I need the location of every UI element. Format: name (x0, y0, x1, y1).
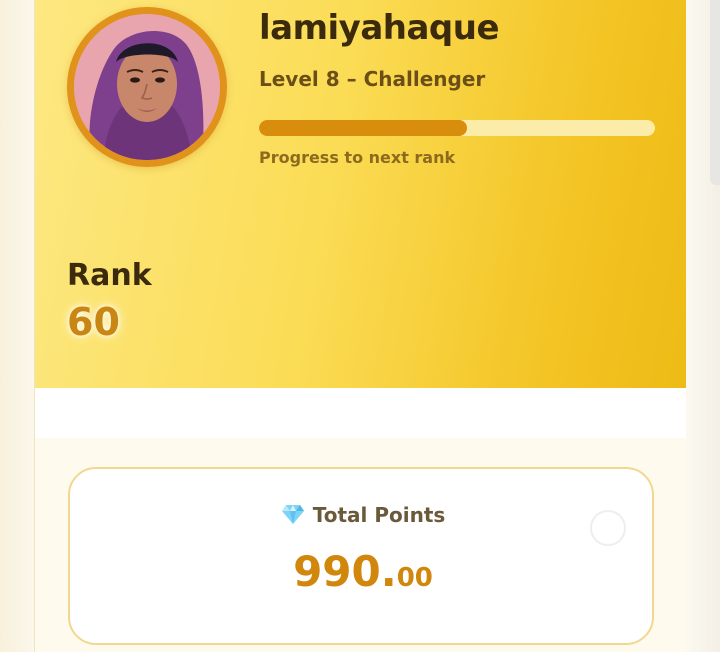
avatar-ring[interactable] (67, 7, 227, 167)
app-screen: lamiyahaque Level 8 – Challenger Progres… (0, 0, 720, 652)
rank-progress-fill (259, 120, 467, 136)
level-text: Level 8 – Challenger (259, 67, 486, 91)
rank-label: Rank (67, 258, 152, 293)
avatar[interactable] (74, 14, 220, 160)
rank-progress-bar (259, 120, 655, 136)
total-points-decimal: 00 (396, 563, 433, 593)
gem-icon (281, 503, 305, 530)
divider-band (35, 388, 686, 438)
username: lamiyahaque (259, 8, 500, 48)
progress-caption: Progress to next rank (259, 148, 456, 167)
total-points-label: Total Points (312, 503, 446, 527)
points-info-button[interactable] (590, 510, 626, 546)
scroll-indicator[interactable] (710, 0, 720, 185)
profile-header: lamiyahaque Level 8 – Challenger Progres… (35, 0, 686, 388)
profile-card: lamiyahaque Level 8 – Challenger Progres… (34, 0, 686, 652)
total-points-heading: Total Points (70, 503, 656, 530)
total-points-value: 990.00 (70, 547, 656, 596)
left-margin (0, 0, 34, 652)
rank-value: 60 (67, 300, 120, 344)
total-points-card[interactable]: Total Points 990.00 (68, 467, 654, 645)
total-points-integer: 990. (293, 547, 397, 596)
user-avatar-photo (74, 14, 220, 160)
